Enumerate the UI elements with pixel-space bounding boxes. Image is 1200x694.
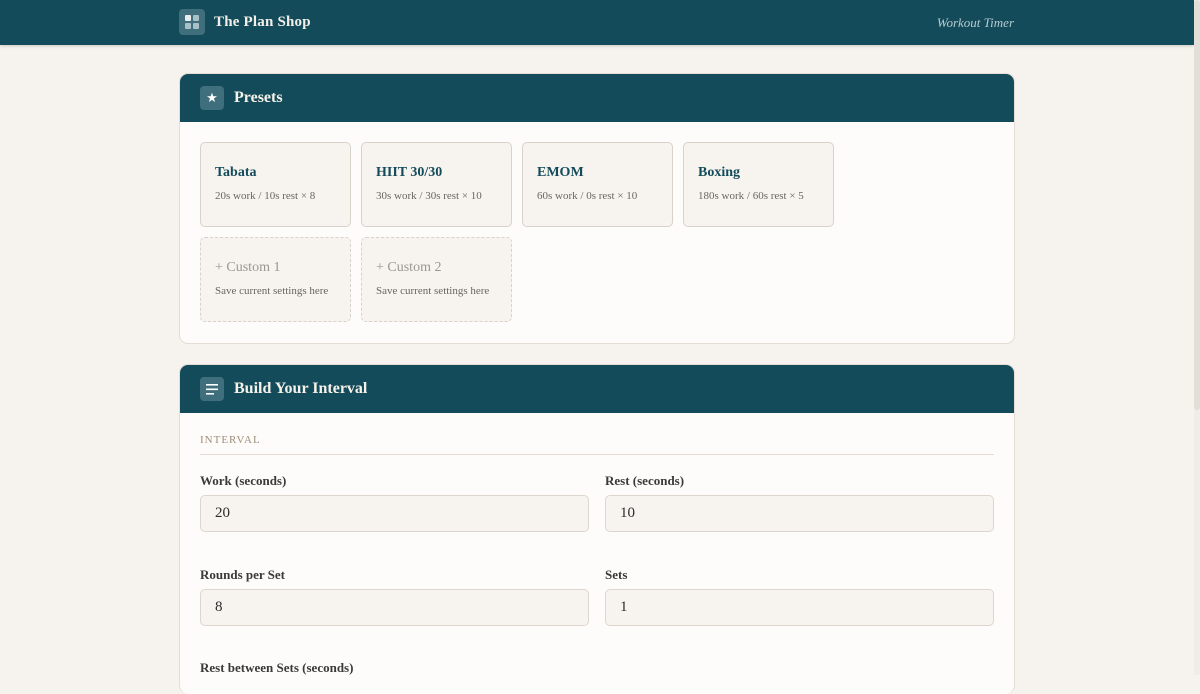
preset-name: EMOM bbox=[537, 164, 584, 180]
rounds-label: Rounds per Set bbox=[200, 567, 286, 582]
section-label-interval: INTERVAL bbox=[200, 434, 994, 455]
preset-description: 60s work / 0s rest × 10 bbox=[537, 189, 638, 202]
star-icon: ★ bbox=[200, 86, 224, 110]
preset-description: 20s work / 10s rest × 8 bbox=[215, 189, 316, 202]
grid-icon bbox=[179, 9, 205, 35]
sets-field: Sets bbox=[605, 567, 994, 626]
rest-field: Rest (seconds) bbox=[605, 473, 994, 532]
preset-name: Tabata bbox=[215, 164, 257, 180]
preset-boxing[interactable]: Boxing 180s work / 60s rest × 5 bbox=[683, 142, 834, 227]
preset-hiit-30-30[interactable]: HIIT 30/30 30s work / 30s rest × 10 bbox=[361, 142, 512, 227]
field-row: Rest between Sets (seconds) bbox=[200, 660, 994, 682]
preset-name: Boxing bbox=[698, 164, 741, 180]
scrollbar-thumb[interactable] bbox=[1194, 0, 1200, 410]
presets-card: ★ Presets Tabata 20s work / 10s rest × 8… bbox=[179, 73, 1015, 344]
preset-custom-2[interactable]: + Custom 2 Save current settings here bbox=[361, 237, 512, 322]
rounds-field: Rounds per Set bbox=[200, 567, 589, 626]
top-navigation-bar: The Plan Shop Workout Timer bbox=[0, 0, 1194, 45]
sets-input[interactable] bbox=[605, 589, 994, 626]
presets-header: ★ Presets bbox=[180, 74, 1014, 122]
rest-label: Rest (seconds) bbox=[605, 473, 685, 488]
preset-description: Save current settings here bbox=[215, 284, 329, 297]
preset-description: Save current settings here bbox=[376, 284, 490, 297]
preset-custom-1[interactable]: + Custom 1 Save current settings here bbox=[200, 237, 351, 322]
work-seconds-input[interactable] bbox=[200, 495, 589, 532]
preset-description: 30s work / 30s rest × 10 bbox=[376, 189, 482, 202]
preset-name: + Custom 1 bbox=[215, 259, 281, 275]
brand[interactable]: The Plan Shop bbox=[179, 9, 311, 35]
preset-list: Tabata 20s work / 10s rest × 8 HIIT 30/3… bbox=[180, 122, 1014, 342]
build-interval-body: INTERVAL Work (seconds) Rest (seconds) R… bbox=[180, 434, 1014, 682]
preset-description: 180s work / 60s rest × 5 bbox=[698, 189, 804, 202]
preset-tabata[interactable]: Tabata 20s work / 10s rest × 8 bbox=[200, 142, 351, 227]
field-row: Work (seconds) Rest (seconds) bbox=[200, 473, 994, 532]
list-icon bbox=[200, 377, 224, 401]
rest-seconds-input[interactable] bbox=[605, 495, 994, 532]
field-row: Rounds per Set Sets bbox=[200, 567, 994, 626]
preset-name: + Custom 2 bbox=[376, 259, 442, 275]
preset-name: HIIT 30/30 bbox=[376, 164, 443, 180]
work-field: Work (seconds) bbox=[200, 473, 589, 532]
rounds-per-set-input[interactable] bbox=[200, 589, 589, 626]
preset-emom[interactable]: EMOM 60s work / 0s rest × 10 bbox=[522, 142, 673, 227]
presets-title: Presets bbox=[234, 89, 283, 106]
build-interval-card: Build Your Interval INTERVAL Work (secon… bbox=[179, 364, 1015, 694]
brand-name: The Plan Shop bbox=[214, 13, 311, 30]
sets-label: Sets bbox=[605, 567, 628, 582]
work-label: Work (seconds) bbox=[200, 473, 287, 488]
build-interval-header: Build Your Interval bbox=[180, 365, 1014, 413]
page-label: Workout Timer bbox=[936, 15, 1014, 30]
build-interval-title: Build Your Interval bbox=[234, 380, 368, 397]
scrollbar[interactable] bbox=[1194, 0, 1200, 675]
rest-between-sets-label: Rest between Sets (seconds) bbox=[200, 660, 354, 675]
set-rest-field: Rest between Sets (seconds) bbox=[200, 660, 589, 682]
